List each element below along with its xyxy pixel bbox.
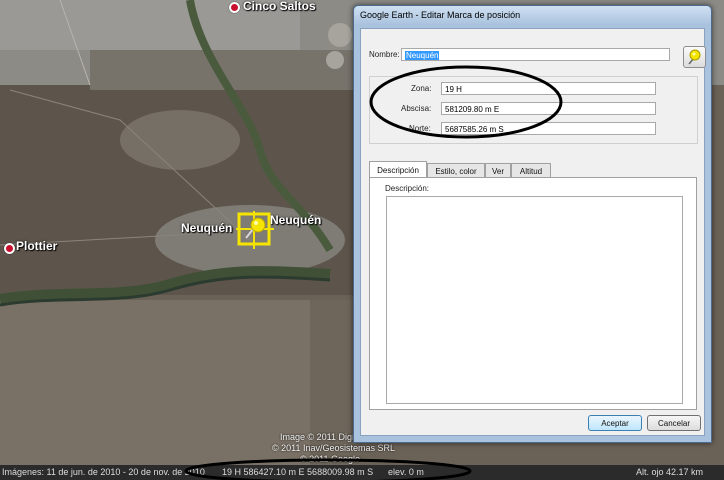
imagery-date: Imágenes: 11 de jun. de 2010 - 20 de nov… xyxy=(2,467,205,477)
cursor-elevation: elev. 0 m xyxy=(388,467,424,477)
status-bar: Imágenes: 11 de jun. de 2010 - 20 de nov… xyxy=(0,465,724,480)
place-label-cinco-saltos[interactable]: Cinco Saltos xyxy=(243,0,316,13)
cursor-coordinates: 19 H 586427.10 m E 5688009.98 m S xyxy=(222,467,374,477)
description-textarea[interactable] xyxy=(386,196,683,404)
selected-placemark-pushpin-icon[interactable] xyxy=(236,211,276,251)
northing-field[interactable]: 5687585.26 m S xyxy=(441,122,656,135)
tab-ver[interactable]: Ver xyxy=(485,163,511,178)
tab-altitud[interactable]: Altitud xyxy=(511,163,551,178)
name-field[interactable]: Neuquén xyxy=(401,48,670,61)
name-label: Nombre: xyxy=(369,50,400,59)
copyright-google: © 2011 Google xyxy=(300,454,361,464)
place-marker-icon[interactable] xyxy=(4,243,15,254)
description-label: Descripción: xyxy=(385,184,430,193)
zone-label: Zona: xyxy=(411,84,432,93)
place-label-plottier[interactable]: Plottier xyxy=(16,239,57,253)
dialog-title: Google Earth - Editar Marca de posición xyxy=(360,10,521,20)
easting-field[interactable]: 581209.80 m E xyxy=(441,102,656,115)
zone-field[interactable]: 19 H xyxy=(441,82,656,95)
dialog-title-bar[interactable]: Google Earth - Editar Marca de posición xyxy=(354,6,711,26)
northing-label: Norte: xyxy=(409,124,431,133)
tab-descripcion[interactable]: Descripción xyxy=(369,161,427,178)
place-label-neuquen-city[interactable]: Neuquén xyxy=(270,213,321,227)
dialog-client-area: Nombre: Neuquén Zona: 19 H Abscisa: 5812… xyxy=(360,28,706,436)
copyright-inav: © 2011 Inav/Geosistemas SRL xyxy=(272,443,396,453)
place-label-neuquen[interactable]: Neuquén xyxy=(181,221,232,235)
easting-label: Abscisa: xyxy=(401,104,432,113)
cancel-button[interactable]: Cancelar xyxy=(647,415,701,431)
placemark-icon-button[interactable] xyxy=(683,46,706,68)
ok-button[interactable]: Aceptar xyxy=(588,415,642,431)
yellow-pushpin-icon xyxy=(688,49,701,65)
edit-placemark-dialog: Google Earth - Editar Marca de posición … xyxy=(353,5,712,443)
tab-estilo-color[interactable]: Estilo, color xyxy=(427,163,485,178)
description-tab-panel: Descripción: xyxy=(369,177,697,410)
eye-altitude: Alt. ojo 42.17 km xyxy=(636,467,704,477)
name-value: Neuquén xyxy=(405,51,440,60)
place-marker-icon[interactable] xyxy=(229,2,240,13)
